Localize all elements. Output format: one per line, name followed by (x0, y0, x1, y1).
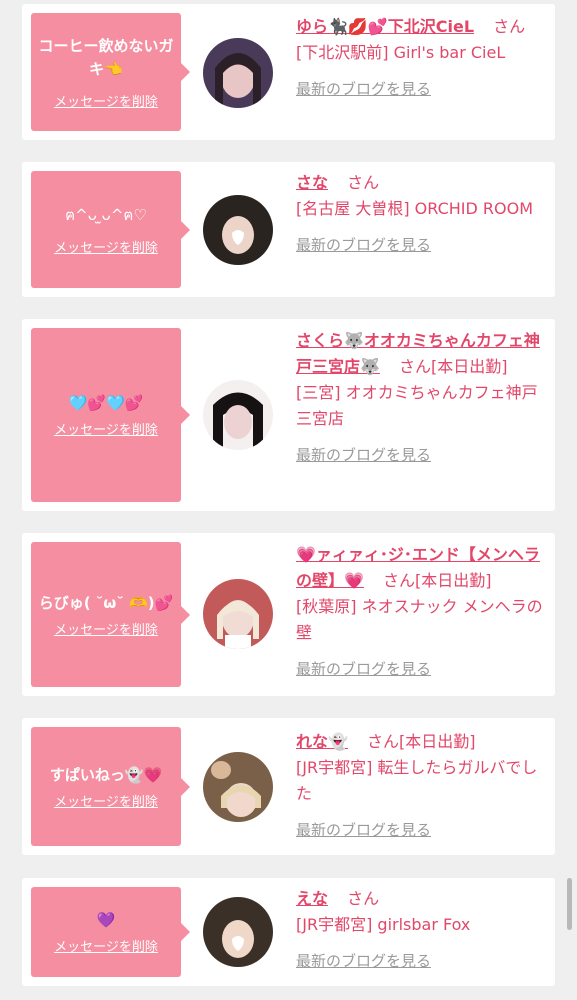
latest-blog-link[interactable]: 最新のブログを見る (296, 232, 552, 258)
shop-name: [三宮] オオカミちゃんカフェ神戸三宮店 (296, 383, 538, 428)
honorific: さん (347, 173, 380, 192)
message-bubble: ฅ^ᴗ ̫ᴗ^ฅ♡ メッセージを削除 (31, 171, 190, 288)
cast-name-link[interactable]: れな👻 (296, 732, 348, 751)
delete-message-link[interactable]: メッセージを削除 (54, 91, 158, 110)
message-card: ฅ^ᴗ ̫ᴗ^ฅ♡ メッセージを削除 さな さん [名古屋 大曽根] ORCHI… (22, 162, 555, 297)
message-card: すぱいねっ👻💗 メッセージを削除 れな👻 さん[本日出勤] [JR宇都宮] 転生… (22, 718, 555, 855)
cast-info: れな👻 さん[本日出勤] [JR宇都宮] 転生したらガルバでした 最新のブログを… (296, 729, 552, 843)
message-text: 🩵💕🩵💕 (68, 394, 144, 412)
message-text: ฅ^ᴗ ̫ᴗ^ฅ♡ (65, 205, 147, 224)
cast-info: えな さん [JR宇都宮] girlsbar Fox 最新のブログを見る (296, 886, 552, 974)
cast-info: ゆら🐈‍⬛💋💕下北沢CieL さん [下北沢駅前] Girl's bar Cie… (296, 14, 552, 102)
delete-message-link[interactable]: メッセージを削除 (54, 791, 158, 810)
shop-name: [下北沢駅前] Girl's bar CieL (296, 43, 506, 62)
message-card: 💜 メッセージを削除 えな さん [JR宇都宮] girlsbar Fox 最新… (22, 878, 555, 986)
shop-name: [JR宇都宮] 転生したらガルバでした (296, 758, 538, 803)
avatar[interactable] (203, 897, 273, 967)
message-bubble: すぱいねっ👻💗 メッセージを削除 (31, 727, 190, 846)
scrollbar[interactable] (567, 878, 572, 930)
latest-blog-link[interactable]: 最新のブログを見る (296, 817, 552, 843)
avatar[interactable] (203, 38, 273, 108)
latest-blog-link[interactable]: 最新のブログを見る (296, 948, 552, 974)
cast-name-link[interactable]: ゆら🐈‍⬛💋💕下北沢CieL (296, 17, 474, 36)
message-card: 🩵💕🩵💕 メッセージを削除 さくら🐺オオカミちゃんカフェ神戸三宮店🐺 さん[本日… (22, 319, 555, 511)
message-text: コーヒー飲めないガキ👈 (38, 36, 174, 78)
honorific: さん (383, 571, 416, 590)
delete-message-link[interactable]: メッセージを削除 (54, 619, 158, 638)
message-text: すぱいねっ👻💗 (49, 765, 163, 784)
avatar[interactable] (203, 195, 273, 265)
message-text: らびゅ( ˘ω˘ 🫶)💕 (38, 593, 174, 612)
honorific: さん (347, 889, 380, 908)
avatar[interactable] (203, 579, 273, 649)
delete-message-link[interactable]: メッセージを削除 (54, 237, 158, 256)
cast-info: さな さん [名古屋 大曽根] ORCHID ROOM 最新のブログを見る (296, 170, 552, 258)
on-duty-today: [本日出勤] (415, 571, 492, 590)
on-duty-today: [本日出勤] (431, 357, 508, 376)
honorific: さん (367, 732, 400, 751)
honorific: さん (399, 357, 432, 376)
message-bubble: コーヒー飲めないガキ👈 メッセージを削除 (31, 13, 190, 131)
cast-name-link[interactable]: さな (296, 173, 328, 192)
latest-blog-link[interactable]: 最新のブログを見る (296, 76, 552, 102)
message-card: らびゅ( ˘ω˘ 🫶)💕 メッセージを削除 💗ァィァィ･ジ･エンド【メンヘラの壁… (22, 533, 555, 696)
message-card: コーヒー飲めないガキ👈 メッセージを削除 ゆら🐈‍⬛💋💕下北沢CieL さん [… (22, 4, 555, 140)
cast-info: さくら🐺オオカミちゃんカフェ神戸三宮店🐺 さん[本日出勤] [三宮] オオカミち… (296, 328, 552, 468)
honorific: さん (493, 17, 526, 36)
avatar[interactable] (203, 752, 273, 822)
shop-name: [秋葉原] ネオスナック メンヘラの壁 (296, 597, 543, 642)
cast-info: 💗ァィァィ･ジ･エンド【メンヘラの壁】💗 さん[本日出勤] [秋葉原] ネオスナ… (296, 542, 552, 682)
latest-blog-link[interactable]: 最新のブログを見る (296, 656, 552, 682)
on-duty-today: [本日出勤] (399, 732, 476, 751)
avatar[interactable] (203, 380, 273, 450)
shop-name: [JR宇都宮] girlsbar Fox (296, 915, 471, 934)
shop-name: [名古屋 大曽根] ORCHID ROOM (296, 199, 534, 218)
message-bubble: 🩵💕🩵💕 メッセージを削除 (31, 328, 190, 502)
cast-name-link[interactable]: えな (296, 889, 328, 908)
delete-message-link[interactable]: メッセージを削除 (54, 419, 158, 438)
message-bubble: 💜 メッセージを削除 (31, 887, 190, 977)
delete-message-link[interactable]: メッセージを削除 (54, 936, 158, 955)
latest-blog-link[interactable]: 最新のブログを見る (296, 442, 552, 468)
message-text: 💜 (96, 911, 116, 929)
message-bubble: らびゅ( ˘ω˘ 🫶)💕 メッセージを削除 (31, 542, 190, 687)
